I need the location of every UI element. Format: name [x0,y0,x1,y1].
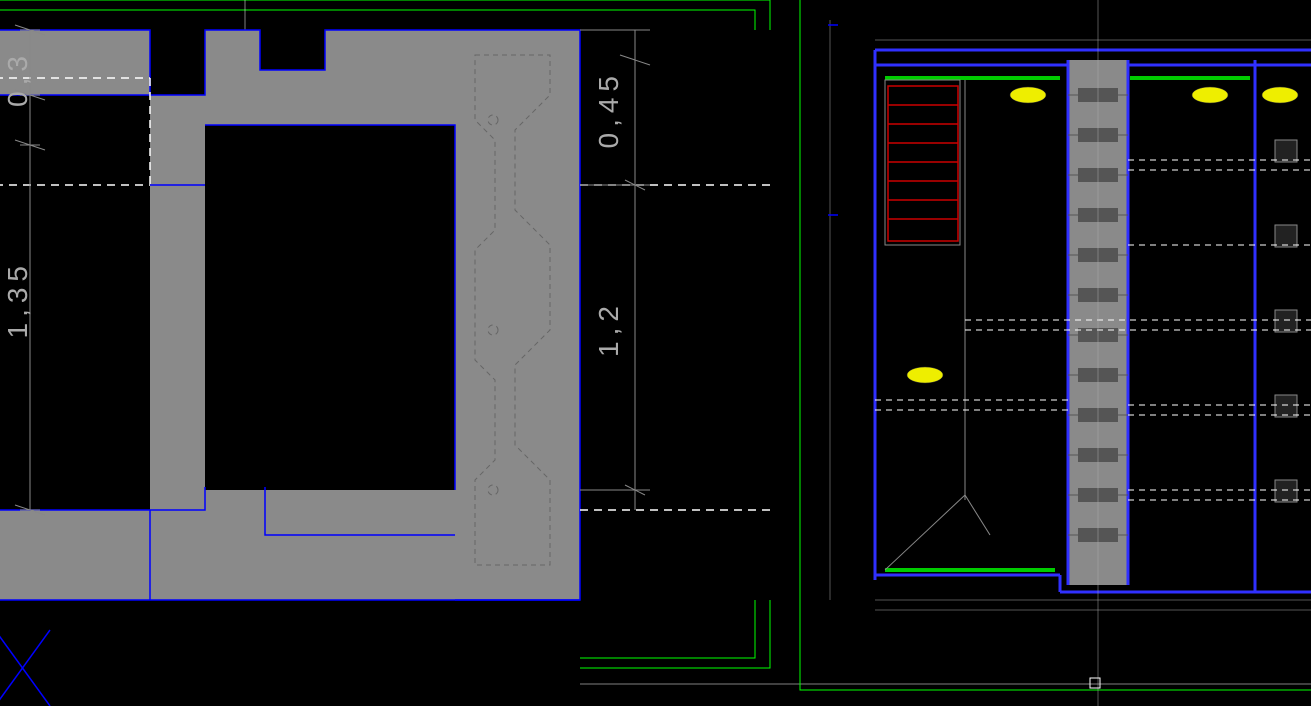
green-frame-right [800,0,1311,690]
cad-viewport[interactable]: 0,3 1,35 0,45 1,2 [0,0,1311,706]
cursor-pickbox [1090,678,1100,688]
right-plan-drawing [0,0,1311,706]
right-bay [1255,60,1297,592]
staircase [888,86,958,241]
